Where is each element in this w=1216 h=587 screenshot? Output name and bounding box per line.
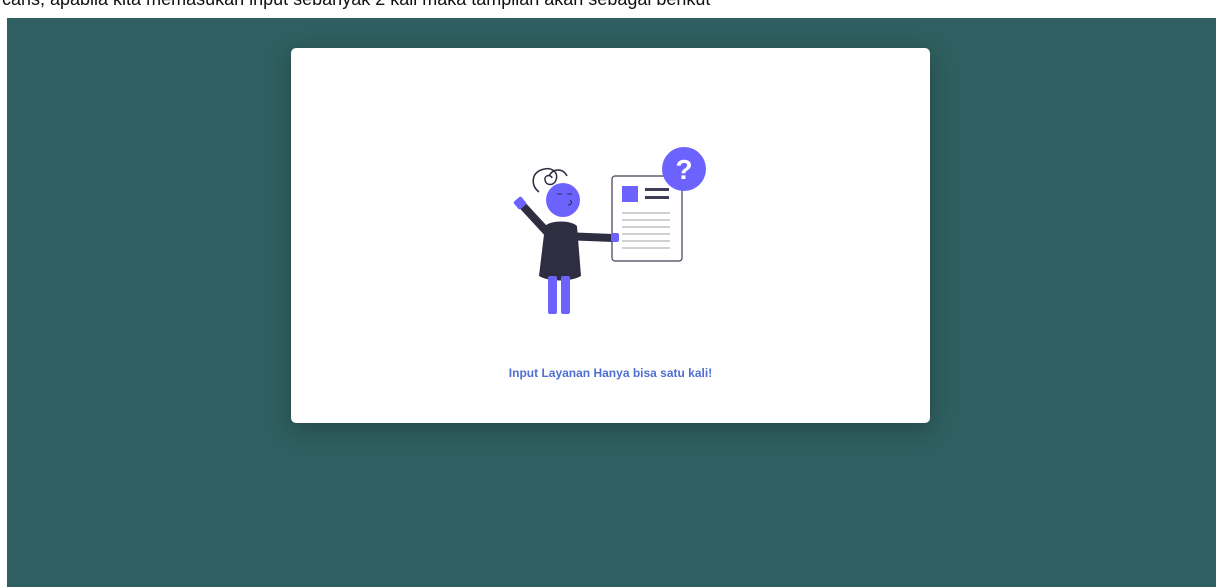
alert-message: Input Layanan Hanya bisa satu kali!: [508, 366, 713, 380]
alert-dialog: ? Input Layanan Hanya bisa satu kali!: [291, 48, 930, 423]
svg-text:?: ?: [675, 154, 692, 185]
person-question-document-icon: ?: [513, 147, 706, 314]
document-partial-line: caris, apabila kita memasukan input seba…: [2, 0, 710, 10]
background-document-text: caris, apabila kita memasukan input seba…: [0, 0, 1216, 18]
